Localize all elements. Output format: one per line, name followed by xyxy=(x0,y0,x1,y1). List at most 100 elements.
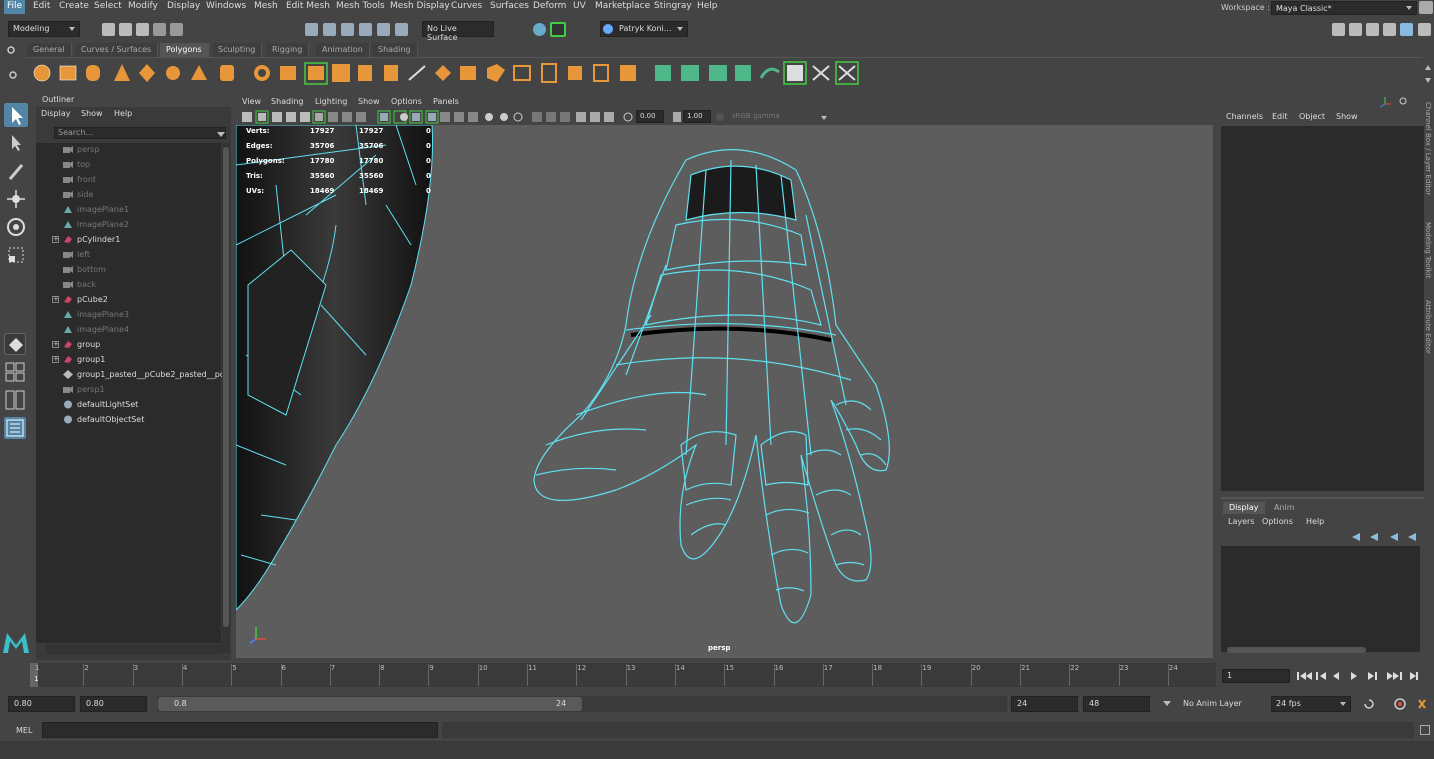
snap-vertex-icon[interactable] xyxy=(395,23,408,36)
menu-modify[interactable]: Modify xyxy=(125,1,161,11)
viewport-menu-show[interactable]: Show xyxy=(358,97,380,106)
outliner-search-input[interactable]: Search... xyxy=(54,127,226,139)
playback-end-field[interactable]: 24 xyxy=(1011,696,1078,712)
search-options-chevron-icon[interactable] xyxy=(217,131,225,137)
menu-mesh-tools[interactable]: Mesh Tools xyxy=(333,1,388,11)
shelf-tab-rigging[interactable]: Rigging xyxy=(266,43,310,57)
menu-select[interactable]: Select xyxy=(91,1,125,11)
paint-select-tool-icon[interactable] xyxy=(4,159,28,183)
snap-grid-icon[interactable] xyxy=(305,23,318,36)
menu-edit-mesh[interactable]: Edit Mesh xyxy=(283,1,333,11)
new-scene-icon[interactable] xyxy=(102,23,115,36)
menu-marketplace[interactable]: Marketplace xyxy=(592,1,653,11)
outliner-toggle-icon[interactable] xyxy=(1418,23,1431,36)
shelf-tab-curves-surfaces[interactable]: Curves / Surfaces xyxy=(75,43,159,57)
panel-divider[interactable] xyxy=(1221,497,1424,499)
expand-icon[interactable]: + xyxy=(52,296,59,303)
outliner-item[interactable]: left xyxy=(36,248,221,263)
script-editor-icon[interactable] xyxy=(1420,725,1430,735)
live-surface-field[interactable]: No Live Surface xyxy=(422,21,494,42)
command-input[interactable] xyxy=(42,722,438,738)
colorspace-select[interactable]: sRGB gamma xyxy=(728,110,832,123)
anim-layer-chevron-icon[interactable] xyxy=(1163,700,1171,706)
outliner-item[interactable]: persp xyxy=(36,143,221,158)
workspace-select[interactable]: Maya Classic* xyxy=(1271,1,1417,15)
viewport-menu-options[interactable]: Options xyxy=(391,97,422,106)
channel-box-icon[interactable] xyxy=(1383,23,1396,36)
anim-layer-field[interactable]: No Anim Layer xyxy=(1178,696,1260,712)
outliner-scroll-thumb[interactable] xyxy=(223,147,229,627)
outliner-item[interactable]: bottom xyxy=(36,263,221,278)
outliner-item[interactable]: group1_pasted__pCube2_pasted__pc xyxy=(36,368,224,383)
outliner-menu-help[interactable]: Help xyxy=(114,109,132,118)
playback-controls[interactable] xyxy=(1295,669,1433,683)
menu-surfaces[interactable]: Surfaces xyxy=(487,1,532,11)
gamma-field[interactable]: 1.00 xyxy=(683,110,711,123)
side-tab-channel-box[interactable]: Channel Box / Layer Editor xyxy=(1424,102,1432,195)
outliner-item[interactable]: back xyxy=(36,278,221,293)
snap-view-plane-icon[interactable] xyxy=(359,23,372,36)
four-view-layout-icon[interactable] xyxy=(4,361,26,383)
time-slider-track[interactable] xyxy=(30,663,1216,687)
outliner-layout-icon[interactable] xyxy=(4,417,26,439)
open-scene-icon[interactable] xyxy=(119,23,132,36)
view-cube-axis-icon[interactable] xyxy=(1378,96,1392,108)
menu-stingray[interactable]: Stingray xyxy=(651,1,695,11)
outliner-item[interactable]: + group1 xyxy=(36,353,221,368)
menu-windows[interactable]: Windows xyxy=(203,1,249,11)
menu-display[interactable]: Display xyxy=(164,1,203,11)
command-language-label[interactable]: MEL xyxy=(16,726,32,735)
outliner-item[interactable]: imagePlane1 xyxy=(36,203,221,218)
layer-tab-anim[interactable]: Anim xyxy=(1268,502,1301,514)
scene-end-field[interactable]: 48 xyxy=(1083,696,1150,712)
move-tool-icon[interactable] xyxy=(4,187,28,211)
viewport-menu-lighting[interactable]: Lighting xyxy=(315,97,347,106)
layer-tab-display[interactable]: Display xyxy=(1223,502,1265,514)
menu-set-select[interactable]: Modeling xyxy=(8,21,80,37)
outliner-item[interactable]: top xyxy=(36,158,221,173)
undo-icon[interactable] xyxy=(153,23,166,36)
side-tab-attribute-editor[interactable]: Attribute Editor xyxy=(1424,300,1432,354)
layer-menu-layers[interactable]: Layers xyxy=(1228,517,1254,526)
menu-create[interactable]: Create xyxy=(56,1,92,11)
outliner-item[interactable]: imagePlane3 xyxy=(36,308,221,323)
expand-icon[interactable]: + xyxy=(52,341,59,348)
snap-surface-icon[interactable] xyxy=(377,23,390,36)
perspective-viewport[interactable]: Verts: 17927 17927 0 Edges: 35706 35706 … xyxy=(236,125,1213,658)
layer-editor-scrollbar[interactable] xyxy=(1227,647,1366,653)
layer-menu-options[interactable]: Options xyxy=(1262,517,1293,526)
outliner-menu-show[interactable]: Show xyxy=(81,109,103,118)
layer-editor-icon[interactable] xyxy=(1400,23,1413,36)
channelbox-menu-show[interactable]: Show xyxy=(1336,112,1358,121)
scale-tool-icon[interactable] xyxy=(4,243,28,267)
panel-options-icon[interactable] xyxy=(1398,96,1408,106)
menu-mesh[interactable]: Mesh xyxy=(251,1,281,11)
viewport-menu-view[interactable]: View xyxy=(242,97,261,106)
channelbox-menu-object[interactable]: Object xyxy=(1299,112,1325,121)
menu-mesh-display[interactable]: Mesh Display xyxy=(387,1,453,11)
menu-curves[interactable]: Curves xyxy=(448,1,485,11)
menu-file[interactable]: File xyxy=(4,0,26,14)
rotate-tool-icon[interactable] xyxy=(4,215,28,239)
viewport-menu-panels[interactable]: Panels xyxy=(433,97,459,106)
menu-help[interactable]: Help xyxy=(694,1,721,11)
lasso-tool-icon[interactable] xyxy=(4,131,28,155)
outliner-item[interactable]: front xyxy=(36,173,221,188)
two-view-layout-icon[interactable] xyxy=(4,389,26,411)
shelf-tab-sculpting[interactable]: Sculpting xyxy=(212,43,263,57)
outliner-menu-display[interactable]: Display xyxy=(41,109,71,118)
outliner-item[interactable]: side xyxy=(36,188,221,203)
outliner-item[interactable]: imagePlane4 xyxy=(36,323,221,338)
outliner-horizontal-scrollbar[interactable] xyxy=(46,644,222,654)
shelf-settings-icon[interactable] xyxy=(4,45,18,55)
expand-icon[interactable]: + xyxy=(52,236,59,243)
outliner-item[interactable]: defaultObjectSet xyxy=(36,413,221,428)
menu-uv[interactable]: UV xyxy=(570,1,589,11)
redo-icon[interactable] xyxy=(170,23,183,36)
shelf-scroll-arrows[interactable] xyxy=(1424,62,1432,86)
shelf-tab-animation[interactable]: Animation xyxy=(316,43,370,57)
save-scene-icon[interactable] xyxy=(136,23,149,36)
exposure-field[interactable]: 0.00 xyxy=(636,110,664,123)
fps-select[interactable]: 24 fps xyxy=(1271,696,1351,712)
attribute-editor-icon[interactable] xyxy=(1349,23,1362,36)
